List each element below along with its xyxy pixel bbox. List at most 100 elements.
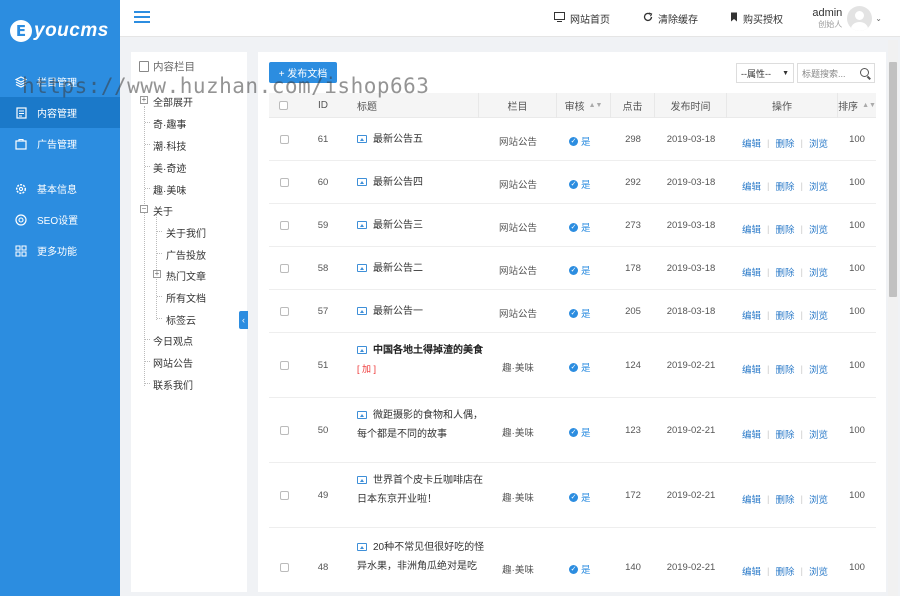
row-sort-value[interactable]: 100 <box>838 134 876 145</box>
edit-link[interactable]: 编辑 <box>742 362 761 376</box>
row-sort-value[interactable]: 100 <box>838 263 876 274</box>
view-link[interactable]: 浏览 <box>809 308 828 322</box>
header-id[interactable]: ID <box>299 93 347 118</box>
publish-document-button[interactable]: + 发布文档 <box>269 62 337 83</box>
site-home-link[interactable]: 网站首页 <box>554 11 610 26</box>
tree-expand-toggle[interactable]: + <box>153 270 161 278</box>
delete-link[interactable]: 删除 <box>775 564 794 578</box>
edit-link[interactable]: 编辑 <box>742 308 761 322</box>
clear-cache-link[interactable]: 清除缓存 <box>643 11 698 26</box>
tree-item[interactable]: 潮·科技 <box>153 138 186 153</box>
scrollbar[interactable] <box>888 40 898 596</box>
tree-item[interactable]: 奇·趣事 <box>153 116 186 131</box>
delete-link[interactable]: 删除 <box>775 492 794 506</box>
header-sort[interactable]: 排序 ▲▼ <box>838 93 876 118</box>
menu-toggle-icon[interactable] <box>134 11 150 24</box>
article-title-link[interactable]: 中国各地土得掉渣的美食 <box>373 345 483 356</box>
audit-status-toggle[interactable]: ✓ 是 <box>569 425 591 439</box>
edit-link[interactable]: 编辑 <box>742 564 761 578</box>
row-checkbox[interactable] <box>280 307 289 316</box>
view-link[interactable]: 浏览 <box>809 362 828 376</box>
edit-link[interactable]: 编辑 <box>742 427 761 441</box>
view-link[interactable]: 浏览 <box>809 564 828 578</box>
view-link[interactable]: 浏览 <box>809 222 828 236</box>
tree-item-expand-all[interactable]: 全部展开 <box>153 94 193 109</box>
article-title-link[interactable]: 最新公告一 <box>373 306 423 317</box>
header-audit[interactable]: 审核 ▲▼ <box>557 93 611 118</box>
row-sort-value[interactable]: 100 <box>838 360 876 371</box>
article-title-link[interactable]: 最新公告五 <box>373 134 423 145</box>
article-title-link[interactable]: 最新公告三 <box>373 220 423 231</box>
row-sort-value[interactable]: 100 <box>838 306 876 317</box>
row-checkbox[interactable] <box>280 264 289 273</box>
row-sort-value[interactable]: 100 <box>838 425 876 436</box>
row-checkbox[interactable] <box>280 491 289 500</box>
edit-link[interactable]: 编辑 <box>742 492 761 506</box>
tree-item[interactable]: 标签云 <box>166 312 196 327</box>
edit-link[interactable]: 编辑 <box>742 265 761 279</box>
delete-link[interactable]: 删除 <box>775 265 794 279</box>
logo[interactable]: E youcms <box>0 0 120 62</box>
delete-link[interactable]: 删除 <box>775 136 794 150</box>
sidebar-item-column-management[interactable]: 栏目管理 <box>0 66 120 97</box>
tree-item[interactable]: 所有文档 <box>166 290 206 305</box>
audit-status-toggle[interactable]: ✓ 是 <box>569 306 591 320</box>
row-sort-value[interactable]: 100 <box>838 177 876 188</box>
row-checkbox[interactable] <box>280 178 289 187</box>
view-link[interactable]: 浏览 <box>809 136 828 150</box>
view-link[interactable]: 浏览 <box>809 265 828 279</box>
audit-status-toggle[interactable]: ✓ 是 <box>569 220 591 234</box>
delete-link[interactable]: 删除 <box>775 427 794 441</box>
audit-status-toggle[interactable]: ✓ 是 <box>569 562 591 576</box>
tree-item[interactable]: 关于我们 <box>166 225 206 240</box>
row-checkbox[interactable] <box>280 361 289 370</box>
edit-link[interactable]: 编辑 <box>742 222 761 236</box>
edit-link[interactable]: 编辑 <box>742 179 761 193</box>
tree-expand-all-toggle[interactable]: + <box>140 96 148 104</box>
article-title-link[interactable]: 微距摄影的食物和人偶，每个都是不同的故事 <box>357 410 483 440</box>
tree-item[interactable]: 网站公告 <box>153 355 193 370</box>
view-link[interactable]: 浏览 <box>809 427 828 441</box>
audit-status-toggle[interactable]: ✓ 是 <box>569 177 591 191</box>
row-checkbox[interactable] <box>280 221 289 230</box>
sidebar-item-content-management[interactable]: 内容管理 <box>0 97 120 128</box>
scrollbar-thumb[interactable] <box>889 62 897 297</box>
tree-item[interactable]: 美·奇迹 <box>153 160 186 175</box>
row-checkbox[interactable] <box>280 426 289 435</box>
search-icon[interactable] <box>860 68 869 77</box>
delete-link[interactable]: 删除 <box>775 308 794 322</box>
delete-link[interactable]: 删除 <box>775 362 794 376</box>
select-all-checkbox[interactable] <box>279 101 288 110</box>
row-sort-value[interactable]: 100 <box>838 490 876 501</box>
article-title-link[interactable]: 最新公告二 <box>373 263 423 274</box>
sidebar-item-more-functions[interactable]: 更多功能 <box>0 235 120 266</box>
sidebar-item-ad-management[interactable]: 广告管理 <box>0 128 120 159</box>
sidebar-item-basic-info[interactable]: 基本信息 <box>0 173 120 204</box>
tree-item[interactable]: 趣·美味 <box>153 182 186 197</box>
tree-item[interactable]: 联系我们 <box>153 377 193 392</box>
buy-license-link[interactable]: 购买授权 <box>730 11 783 26</box>
user-menu[interactable]: admin 创始人 ⌄ <box>812 6 882 31</box>
title-search-input[interactable]: 标题搜索... <box>797 63 875 83</box>
row-sort-value[interactable]: 100 <box>838 562 876 573</box>
view-link[interactable]: 浏览 <box>809 492 828 506</box>
delete-link[interactable]: 删除 <box>775 179 794 193</box>
tree-item[interactable]: 关于 <box>153 203 173 218</box>
tree-item[interactable]: 广告投放 <box>166 247 206 262</box>
add-tag[interactable]: [ 加 ] <box>357 364 376 374</box>
avatar[interactable] <box>847 6 873 31</box>
collapse-tree-icon[interactable]: ‹ <box>239 311 248 329</box>
audit-status-toggle[interactable]: ✓ 是 <box>569 360 591 374</box>
audit-status-toggle[interactable]: ✓ 是 <box>569 490 591 504</box>
article-title-link[interactable]: 世界首个皮卡丘咖啡店在日本东京开业啦！ <box>357 475 483 505</box>
tree-collapse-toggle[interactable]: − <box>140 205 148 213</box>
sidebar-item-seo-settings[interactable]: SEO设置 <box>0 204 120 235</box>
view-link[interactable]: 浏览 <box>809 179 828 193</box>
row-checkbox[interactable] <box>280 135 289 144</box>
edit-link[interactable]: 编辑 <box>742 136 761 150</box>
delete-link[interactable]: 删除 <box>775 222 794 236</box>
tree-item[interactable]: 热门文章 <box>166 268 206 283</box>
tree-item[interactable]: 今日观点 <box>153 333 193 348</box>
audit-status-toggle[interactable]: ✓ 是 <box>569 263 591 277</box>
attribute-select[interactable]: --属性-- ▼ <box>736 63 794 83</box>
